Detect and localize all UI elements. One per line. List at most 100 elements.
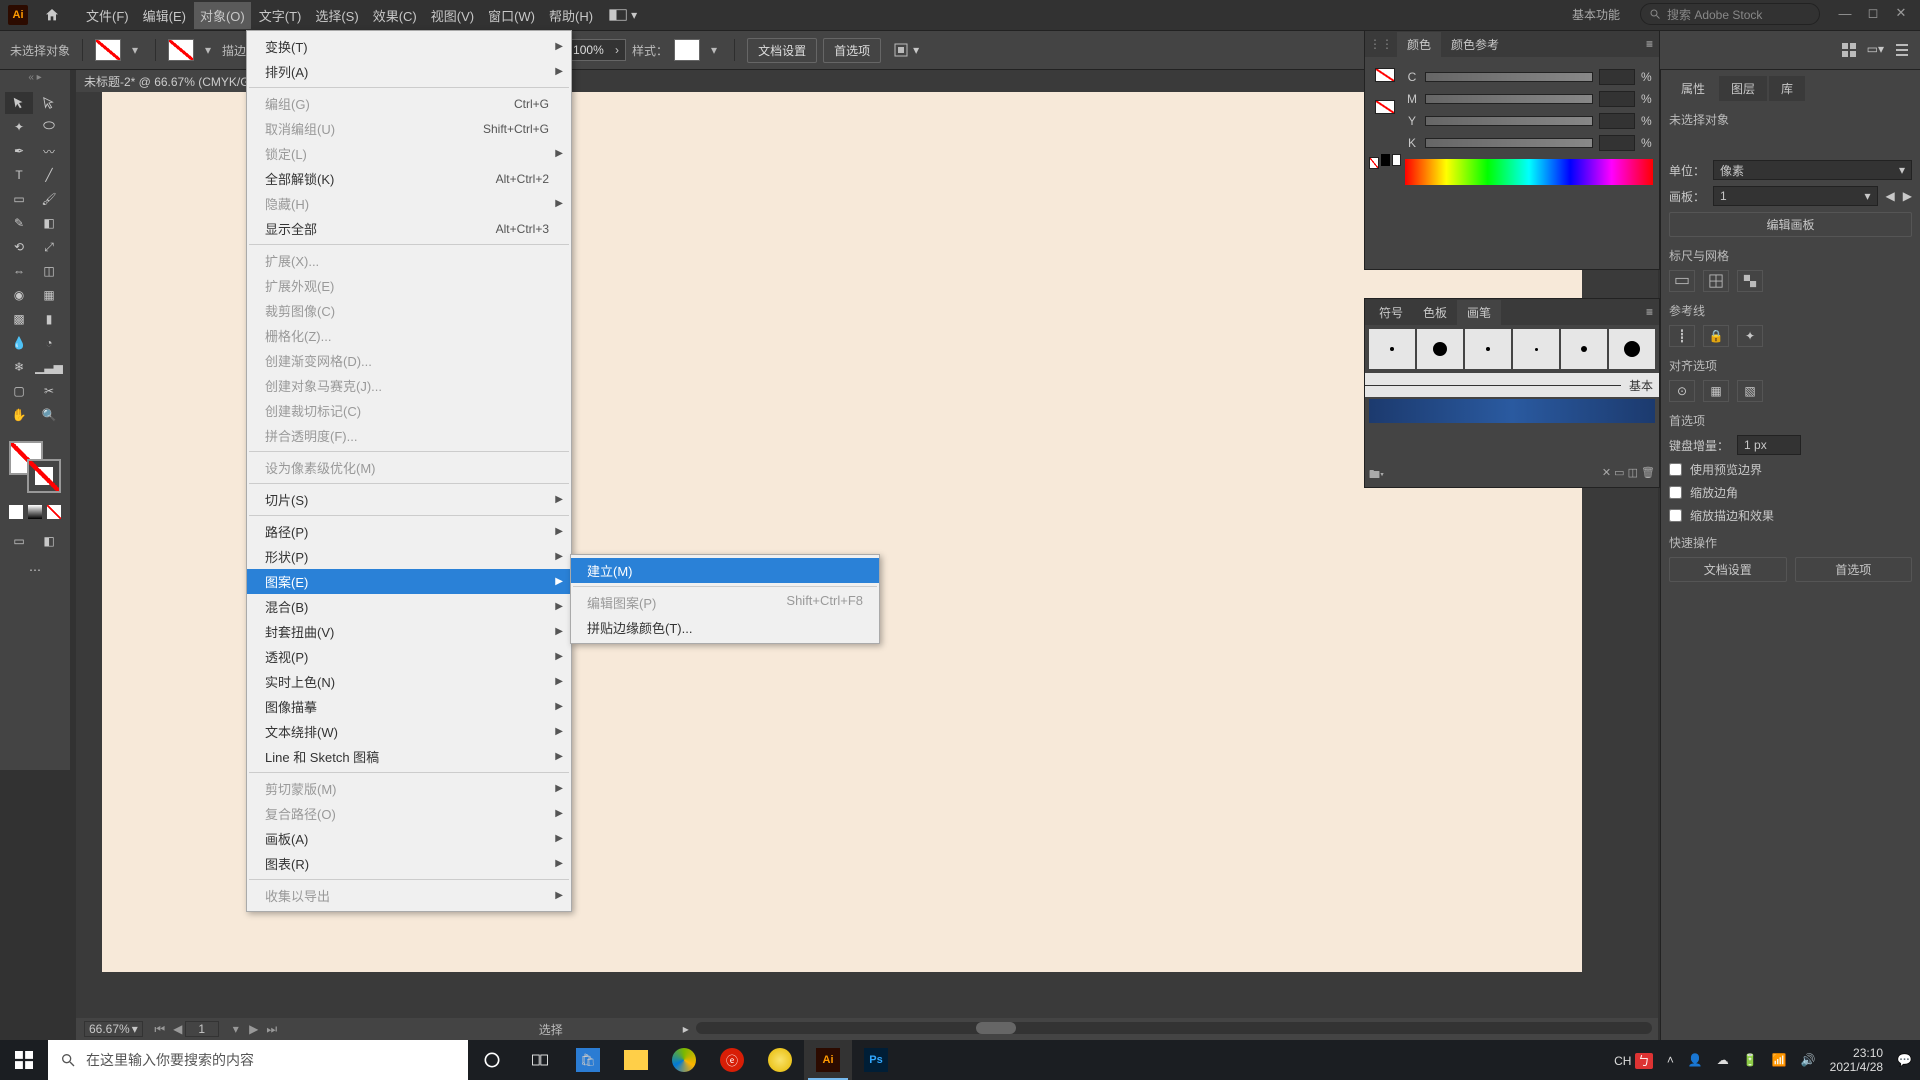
menu-item[interactable]: 封套扭曲(V)▶	[247, 619, 571, 644]
menu-effect[interactable]: 效果(C)	[367, 2, 423, 29]
panel-fill-swatch[interactable]	[1375, 68, 1395, 82]
brush-panel[interactable]: ◂◂✕ 符号 色板 画笔 ≡ 基本 🖿▾ ✕ ▭ ◫ 🗑	[1364, 298, 1660, 488]
y-slider[interactable]	[1425, 116, 1593, 126]
selection-tool[interactable]	[5, 92, 33, 114]
guides-vis-icon[interactable]: ┋	[1669, 325, 1695, 347]
artboard-index[interactable]: 1	[185, 1021, 219, 1037]
menu-item[interactable]: 实时上色(N)▶	[247, 669, 571, 694]
menu-item[interactable]: 切片(S)▶	[247, 487, 571, 512]
symbol-spray-tool[interactable]: ❄	[5, 356, 33, 378]
grid-icon[interactable]	[1841, 42, 1857, 58]
lasso-tool[interactable]	[35, 116, 63, 138]
fill-stroke-control[interactable]	[9, 441, 61, 493]
grid-icon[interactable]	[1703, 270, 1729, 292]
menu-item[interactable]: 透视(P)▶	[247, 644, 571, 669]
task-store[interactable]: 🛍	[564, 1040, 612, 1080]
menu-item[interactable]: 图像描摹▶	[247, 694, 571, 719]
tab-layers[interactable]: 图层	[1719, 76, 1767, 101]
smart-guides-icon[interactable]: ✦	[1737, 325, 1763, 347]
artboard-next-icon[interactable]: ▶	[1903, 189, 1912, 203]
screen-mode[interactable]: ▭	[5, 530, 33, 552]
unit-select[interactable]: 像素▾	[1713, 160, 1912, 180]
mesh-tool[interactable]: ▩	[5, 308, 33, 330]
panel-white-icon[interactable]	[1392, 154, 1402, 166]
menu-item[interactable]: 路径(P)▶	[247, 519, 571, 544]
workspace-switch[interactable]: ▾	[609, 8, 637, 22]
blend-tool[interactable]: ◔	[35, 332, 63, 354]
cb-scale-corners[interactable]	[1669, 486, 1682, 499]
stroke-dd[interactable]: ▾	[200, 39, 216, 61]
brush-basic[interactable]: 基本	[1365, 373, 1659, 397]
task-browser[interactable]	[660, 1040, 708, 1080]
menu-select[interactable]: 选择(S)	[309, 2, 364, 29]
c-slider[interactable]	[1425, 72, 1593, 82]
brush-trash-icon[interactable]: 🗑	[1641, 467, 1655, 479]
direct-select-tool[interactable]	[35, 92, 63, 114]
menu-item[interactable]: 文本绕排(W)▶	[247, 719, 571, 744]
brush-new-icon[interactable]: ◫	[1628, 467, 1638, 479]
submenu-item[interactable]: 建立(M)	[571, 558, 879, 583]
artboard-prev-icon[interactable]: ◀	[1886, 189, 1895, 203]
brushes-tab[interactable]: 画笔	[1457, 300, 1501, 325]
home-icon[interactable]	[40, 3, 64, 27]
fill-swatch[interactable]	[95, 39, 121, 61]
edit-artboards-button[interactable]: 编辑画板	[1669, 212, 1912, 237]
min-icon[interactable]: —	[1836, 4, 1854, 22]
zoom-combo[interactable]: 66.67% ▾	[84, 1021, 143, 1037]
menu-file[interactable]: 文件(F)	[80, 2, 135, 29]
menu-item[interactable]: 形状(P)▶	[247, 544, 571, 569]
kb-inc-input[interactable]: 1 px	[1737, 435, 1801, 455]
snap-pixel-icon[interactable]: ▧	[1737, 380, 1763, 402]
opacity-combo[interactable]: ›	[568, 39, 626, 61]
pen-tool[interactable]: ✒	[5, 140, 33, 162]
tray-cloud-icon[interactable]: ☁	[1717, 1053, 1729, 1067]
m-slider[interactable]	[1425, 94, 1593, 104]
line-tool[interactable]: ╱	[35, 164, 63, 186]
k-slider[interactable]	[1425, 138, 1593, 148]
swatches-tab[interactable]: 色板	[1413, 300, 1457, 325]
fill-dd[interactable]: ▾	[127, 39, 143, 61]
m-value[interactable]	[1599, 91, 1635, 107]
color-panel[interactable]: ◂◂✕ ⋮⋮ 颜色 颜色参考 ≡ C% M% Y% K%	[1364, 30, 1660, 270]
doc-setup-button[interactable]: 文档设置	[747, 38, 817, 63]
color-mode-gradient[interactable]	[28, 505, 42, 519]
slice-tool[interactable]: ✂	[35, 380, 63, 402]
task-netease[interactable]: ⓔ	[708, 1040, 756, 1080]
k-value[interactable]	[1599, 135, 1635, 151]
color-tab[interactable]: 颜色	[1397, 32, 1441, 57]
edit-toolbar[interactable]: ⋯	[0, 559, 70, 581]
panel-menu-icon[interactable]: ≡	[1646, 305, 1653, 319]
tab-libraries[interactable]: 库	[1769, 76, 1805, 101]
artboard-tool[interactable]: ▢	[5, 380, 33, 402]
expand-status-icon[interactable]: ▸	[683, 1022, 689, 1036]
brush-options-icon[interactable]: ▭	[1614, 467, 1624, 479]
eyedropper-tool[interactable]: 💧	[5, 332, 33, 354]
tab-properties[interactable]: 属性	[1669, 76, 1717, 101]
brush-art-sample[interactable]	[1369, 399, 1655, 423]
menu-window[interactable]: 窗口(W)	[482, 2, 541, 29]
tray-people-icon[interactable]: 👤	[1688, 1053, 1703, 1067]
list-icon[interactable]	[1894, 42, 1910, 58]
panel-black-icon[interactable]	[1381, 154, 1390, 166]
quick-docsetup-button[interactable]: 文档设置	[1669, 557, 1787, 582]
start-button[interactable]	[0, 1040, 48, 1080]
cb-scale-strokes[interactable]	[1669, 509, 1682, 522]
brush-tool[interactable]: 🖌	[35, 188, 63, 210]
brush-remove-icon[interactable]: ✕	[1602, 467, 1611, 479]
panel-none-icon[interactable]	[1369, 157, 1379, 169]
align-to-dd[interactable]: ▾	[893, 42, 919, 58]
type-tool[interactable]: T	[5, 164, 33, 186]
free-transform-tool[interactable]: ◫	[35, 260, 63, 282]
shaper-tool[interactable]: ✎	[5, 212, 33, 234]
hand-tool[interactable]: ✋	[5, 404, 33, 426]
stock-search[interactable]: 搜索 Adobe Stock	[1640, 3, 1820, 25]
prefs-button[interactable]: 首选项	[823, 38, 881, 63]
ruler-icon[interactable]	[1669, 270, 1695, 292]
scale-tool[interactable]: ⤢	[35, 236, 63, 258]
magic-wand-tool[interactable]: ✦	[5, 116, 33, 138]
zoom-tool[interactable]: 🔍	[35, 404, 63, 426]
taskview-icon[interactable]	[516, 1040, 564, 1080]
symbols-tab[interactable]: 符号	[1369, 300, 1413, 325]
c-value[interactable]	[1599, 69, 1635, 85]
change-screen[interactable]: ◧	[35, 530, 63, 552]
